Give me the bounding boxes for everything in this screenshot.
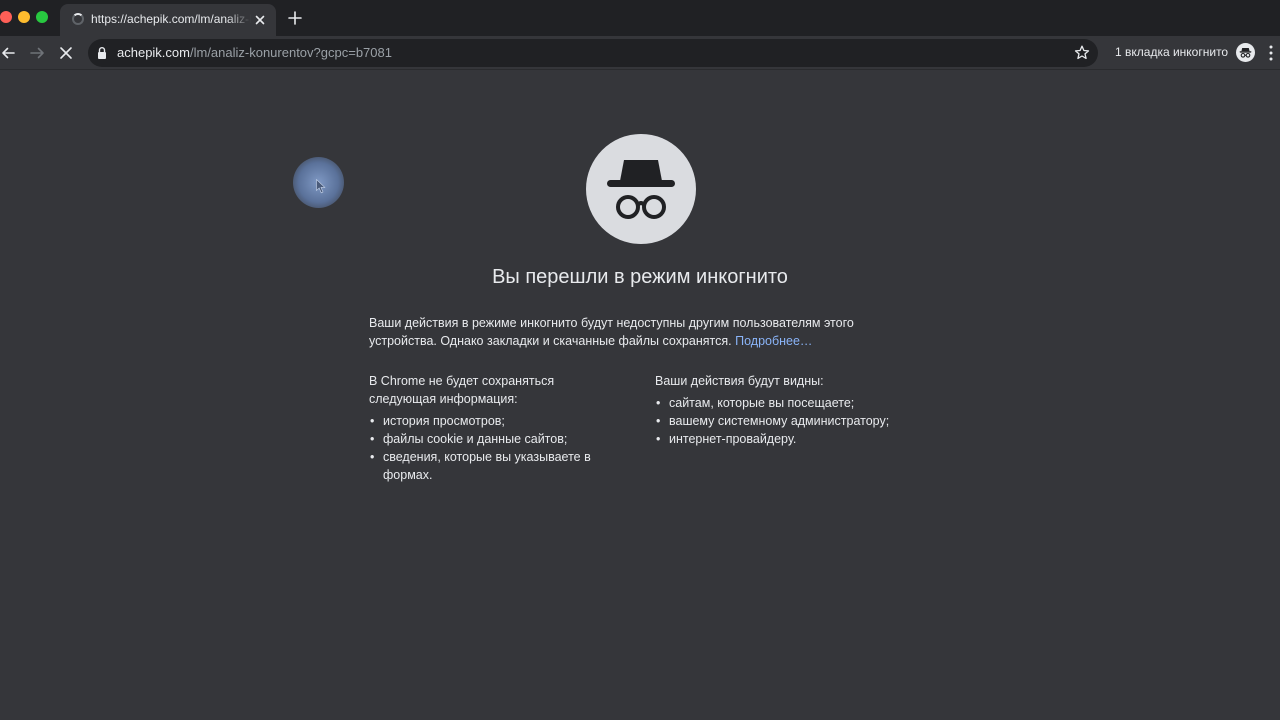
tab-strip: https://achepik.com/lm/analiz-konurentov…	[0, 0, 1280, 36]
mouse-pointer-icon	[316, 179, 326, 194]
not-saved-list: история просмотров; файлы cookie и данны…	[369, 412, 619, 484]
page-title: Вы перешли в режим инкогнито	[492, 266, 788, 288]
visible-to-list: сайтам, которые вы посещаете; вашему сис…	[655, 394, 925, 448]
bookmark-star-icon[interactable]	[1073, 44, 1091, 62]
list-item: история просмотров;	[369, 412, 619, 430]
incognito-intro: Ваши действия в режиме инкогнито будут н…	[369, 314, 909, 350]
learn-more-link[interactable]: Подробнее…	[735, 334, 812, 348]
url-text[interactable]: achepik.com/lm/analiz-konurentov?gcpc=b7…	[117, 45, 392, 60]
list-item: сведения, которые вы указываете в формах…	[369, 448, 619, 484]
forward-arrow-icon[interactable]	[28, 44, 46, 62]
incognito-profile-icon[interactable]	[1236, 43, 1255, 62]
url-host: achepik.com	[117, 45, 190, 60]
list-item: файлы cookie и данные сайтов;	[369, 430, 619, 448]
visible-to-section: Ваши действия будут видны: сайтам, котор…	[655, 372, 925, 448]
back-arrow-icon[interactable]	[0, 44, 18, 62]
incognito-tab-count[interactable]: 1 вкладка инкогнито	[1115, 45, 1228, 59]
tab-close-icon[interactable]	[252, 12, 268, 28]
url-path: /lm/analiz-konurentov?gcpc=b7081	[189, 45, 392, 60]
stop-loading-icon[interactable]	[57, 44, 75, 62]
lock-icon[interactable]	[97, 46, 107, 60]
tab-title: https://achepik.com/lm/analiz-konurentov…	[91, 12, 251, 26]
new-tab-icon[interactable]	[287, 10, 303, 26]
minimize-window-button[interactable]	[18, 11, 30, 23]
not-saved-section: В Chrome не будет сохраняться следующая …	[369, 372, 619, 484]
browser-menu-icon[interactable]	[1268, 44, 1274, 62]
list-item: сайтам, которые вы посещаете;	[655, 394, 925, 412]
browser-toolbar: achepik.com/lm/analiz-konurentov?gcpc=b7…	[0, 36, 1280, 70]
not-saved-title: В Chrome не будет сохраняться следующая …	[369, 374, 555, 406]
list-item: интернет-провайдеру.	[655, 430, 925, 448]
close-window-button[interactable]	[0, 11, 12, 23]
loading-spinner-icon	[72, 13, 84, 25]
active-tab[interactable]: https://achepik.com/lm/analiz-konurentov…	[60, 4, 276, 36]
list-item: вашему системному администратору;	[655, 412, 925, 430]
address-bar[interactable]: achepik.com/lm/analiz-konurentov?gcpc=b7…	[88, 39, 1098, 67]
visible-to-title: Ваши действия будут видны:	[655, 374, 824, 388]
maximize-window-button[interactable]	[36, 11, 48, 23]
incognito-spy-icon	[586, 134, 696, 244]
